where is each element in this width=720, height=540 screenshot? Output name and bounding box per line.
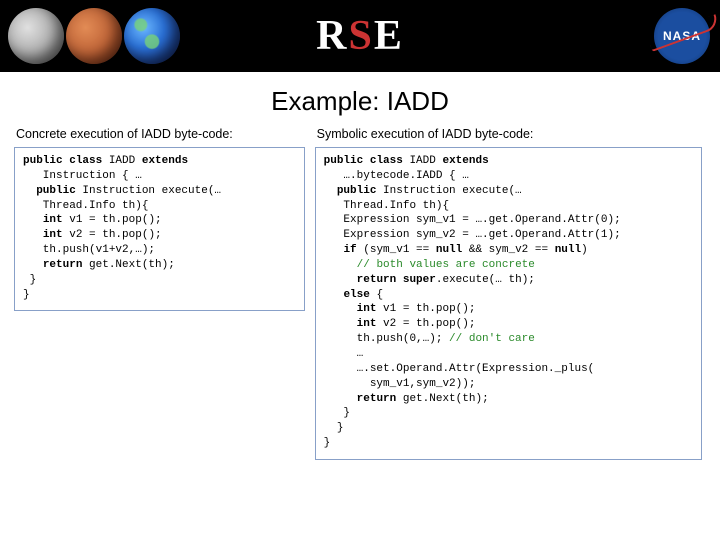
logo-r: R: [316, 13, 348, 59]
right-code-box: public class IADD extends ….bytecode.IAD…: [315, 147, 703, 460]
nasa-label: NASA: [663, 29, 701, 43]
rse-logo: RSE: [316, 12, 404, 60]
mars-icon: [66, 8, 122, 64]
left-code-box: public class IADD extends Instruction { …: [14, 147, 305, 311]
left-column: Concrete execution of IADD byte-code: pu…: [14, 127, 305, 460]
planet-row: [8, 8, 180, 64]
slide-title: Example: IADD: [0, 86, 720, 117]
moon-icon: [8, 8, 64, 64]
left-heading: Concrete execution of IADD byte-code:: [16, 127, 305, 141]
content-columns: Concrete execution of IADD byte-code: pu…: [0, 127, 720, 460]
logo-s: S: [348, 13, 373, 59]
header-banner: RSE NASA: [0, 0, 720, 72]
earth-icon: [124, 8, 180, 64]
right-column: Symbolic execution of IADD byte-code: pu…: [315, 127, 703, 460]
right-heading: Symbolic execution of IADD byte-code:: [317, 127, 703, 141]
nasa-logo: NASA: [654, 8, 710, 64]
logo-e: E: [374, 13, 404, 59]
